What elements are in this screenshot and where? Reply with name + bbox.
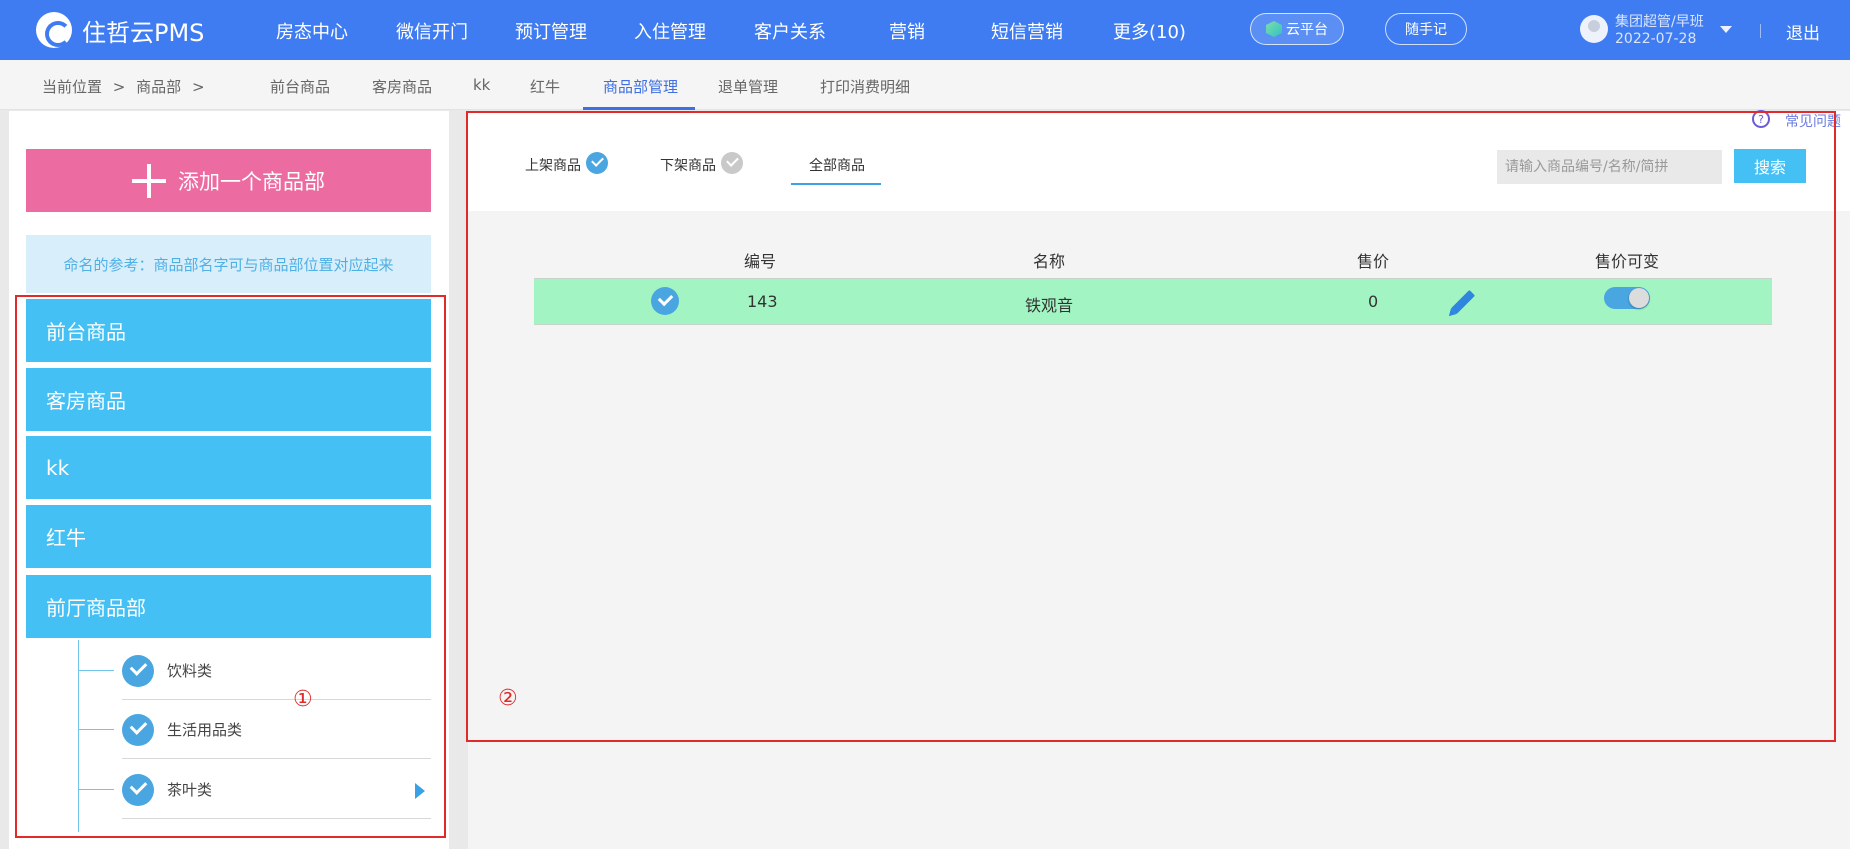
category-label: 前台商品	[46, 320, 126, 344]
toggle-knob	[1629, 288, 1649, 308]
chevron-down-icon[interactable]	[1720, 26, 1732, 33]
category-label: kk	[46, 455, 70, 480]
category-item-red-bull[interactable]: 红牛	[26, 505, 431, 568]
tree-branch	[78, 729, 114, 730]
annotation-marker-1: ①	[293, 687, 313, 712]
tab-refund-management[interactable]: 退单管理	[718, 76, 778, 97]
logo-icon	[36, 12, 72, 48]
caret-right-icon[interactable]	[415, 783, 425, 799]
check-icon[interactable]	[122, 655, 154, 687]
category-item-front-goods[interactable]: 前台商品	[26, 299, 431, 362]
column-header-price-variable: 售价可变	[1595, 252, 1660, 271]
user-date: 2022-07-28	[1615, 31, 1697, 47]
price-variable-toggle[interactable]	[1604, 287, 1650, 309]
naming-tip: 命名的参考：商品部名字可与商品部位置对应起来	[26, 235, 431, 293]
nav-sms-marketing[interactable]: 短信营销	[991, 18, 1063, 44]
breadcrumb-separator: >	[191, 78, 205, 96]
tab-department-management[interactable]: 商品部管理	[603, 76, 678, 97]
cell-price: 0	[1368, 292, 1379, 311]
faq-link[interactable]: 常见问题	[1785, 111, 1841, 131]
subcategory-item-tea[interactable]: 茶叶类	[78, 760, 431, 819]
category-item-kk[interactable]: kk	[26, 436, 431, 499]
divider	[122, 758, 431, 759]
subcategory-label: 饮料类	[167, 662, 213, 680]
avatar[interactable]	[1580, 15, 1608, 43]
plus-icon	[132, 163, 166, 198]
add-department-button[interactable]: 添加一个商品部	[26, 149, 431, 212]
logout-link[interactable]: 退出	[1786, 19, 1820, 44]
check-icon[interactable]	[651, 287, 679, 315]
active-filter-indicator	[791, 183, 881, 185]
search-input[interactable]	[1497, 150, 1722, 184]
cloud-platform-label: 云平台	[1286, 22, 1328, 38]
category-item-lobby-department[interactable]: 前厅商品部	[26, 575, 431, 638]
nav-room-status[interactable]: 房态中心	[276, 18, 348, 44]
tab-kk[interactable]: kk	[473, 76, 490, 94]
breadcrumb-label: 当前位置	[42, 78, 103, 96]
cube-icon	[1266, 21, 1282, 37]
quick-note-button[interactable]: 随手记	[1385, 13, 1467, 45]
cloud-platform-button[interactable]: 云平台	[1250, 13, 1344, 45]
tab-red-bull[interactable]: 红牛	[530, 76, 560, 97]
tab-front-goods[interactable]: 前台商品	[270, 76, 330, 97]
category-label: 前厅商品部	[46, 596, 146, 620]
column-header-id: 编号	[744, 252, 777, 271]
annotation-marker-2: ②	[498, 686, 518, 711]
search-button[interactable]: 搜索	[1734, 149, 1806, 183]
nav-booking[interactable]: 预订管理	[515, 18, 587, 44]
column-header-name: 名称	[1033, 252, 1066, 271]
active-tab-indicator	[583, 107, 695, 110]
check-icon[interactable]	[721, 152, 743, 174]
subcategory-label: 生活用品类	[167, 721, 243, 739]
nav-marketing[interactable]: 营销	[889, 18, 925, 44]
divider	[122, 818, 431, 819]
breadcrumb-current[interactable]: 商品部	[136, 78, 181, 96]
subcategory-item-daily-goods[interactable]: 生活用品类	[78, 700, 431, 759]
nav-customer[interactable]: 客户关系	[754, 18, 826, 44]
check-icon[interactable]	[122, 774, 154, 806]
nav-wechat-open[interactable]: 微信开门	[396, 18, 468, 44]
cell-name: 铁观音	[1025, 296, 1074, 315]
filter-on-shelf[interactable]: 上架商品	[525, 155, 581, 175]
breadcrumb-separator: >	[112, 78, 126, 96]
check-icon[interactable]	[586, 152, 608, 174]
sub-navbar: 当前位置 > 商品部 > 前台商品 客房商品 kk 红牛 商品部管理 退单管理 …	[0, 60, 1850, 110]
category-item-room-goods[interactable]: 客房商品	[26, 368, 431, 431]
brand-logo[interactable]: 住哲云PMS	[36, 12, 204, 48]
brand-name: 住哲云PMS	[82, 18, 205, 47]
top-navbar: 住哲云PMS 房态中心 微信开门 预订管理 入住管理 客户关系 营销 短信营销 …	[0, 0, 1850, 60]
subcategory-label: 茶叶类	[167, 781, 213, 799]
add-department-label: 添加一个商品部	[178, 169, 325, 194]
goods-panel	[468, 111, 1850, 849]
tree-branch	[78, 789, 114, 790]
nav-more[interactable]: 更多(10)	[1113, 18, 1186, 44]
help-icon[interactable]: ?	[1752, 110, 1770, 128]
nav-checkin[interactable]: 入住管理	[634, 18, 706, 44]
quick-note-label: 随手记	[1405, 22, 1447, 38]
tab-print-consumption[interactable]: 打印消费明细	[820, 76, 910, 97]
filter-off-shelf[interactable]: 下架商品	[660, 155, 716, 175]
cell-id: 143	[747, 292, 778, 311]
naming-tip-text: 命名的参考：商品部名字可与商品部位置对应起来	[63, 255, 394, 274]
divider	[1760, 24, 1761, 38]
breadcrumb: 当前位置 > 商品部 >	[42, 76, 211, 97]
check-icon[interactable]	[122, 714, 154, 746]
subcategory-item-drinks[interactable]: 饮料类	[78, 641, 431, 700]
category-label: 客房商品	[46, 389, 126, 413]
column-header-price: 售价	[1357, 252, 1390, 271]
table-row[interactable]	[534, 278, 1772, 325]
tree-branch	[78, 670, 114, 671]
filter-all-goods[interactable]: 全部商品	[809, 155, 865, 175]
category-label: 红牛	[46, 526, 86, 550]
tab-room-goods[interactable]: 客房商品	[372, 76, 432, 97]
user-name[interactable]: 集团超管/早班	[1615, 11, 1704, 31]
